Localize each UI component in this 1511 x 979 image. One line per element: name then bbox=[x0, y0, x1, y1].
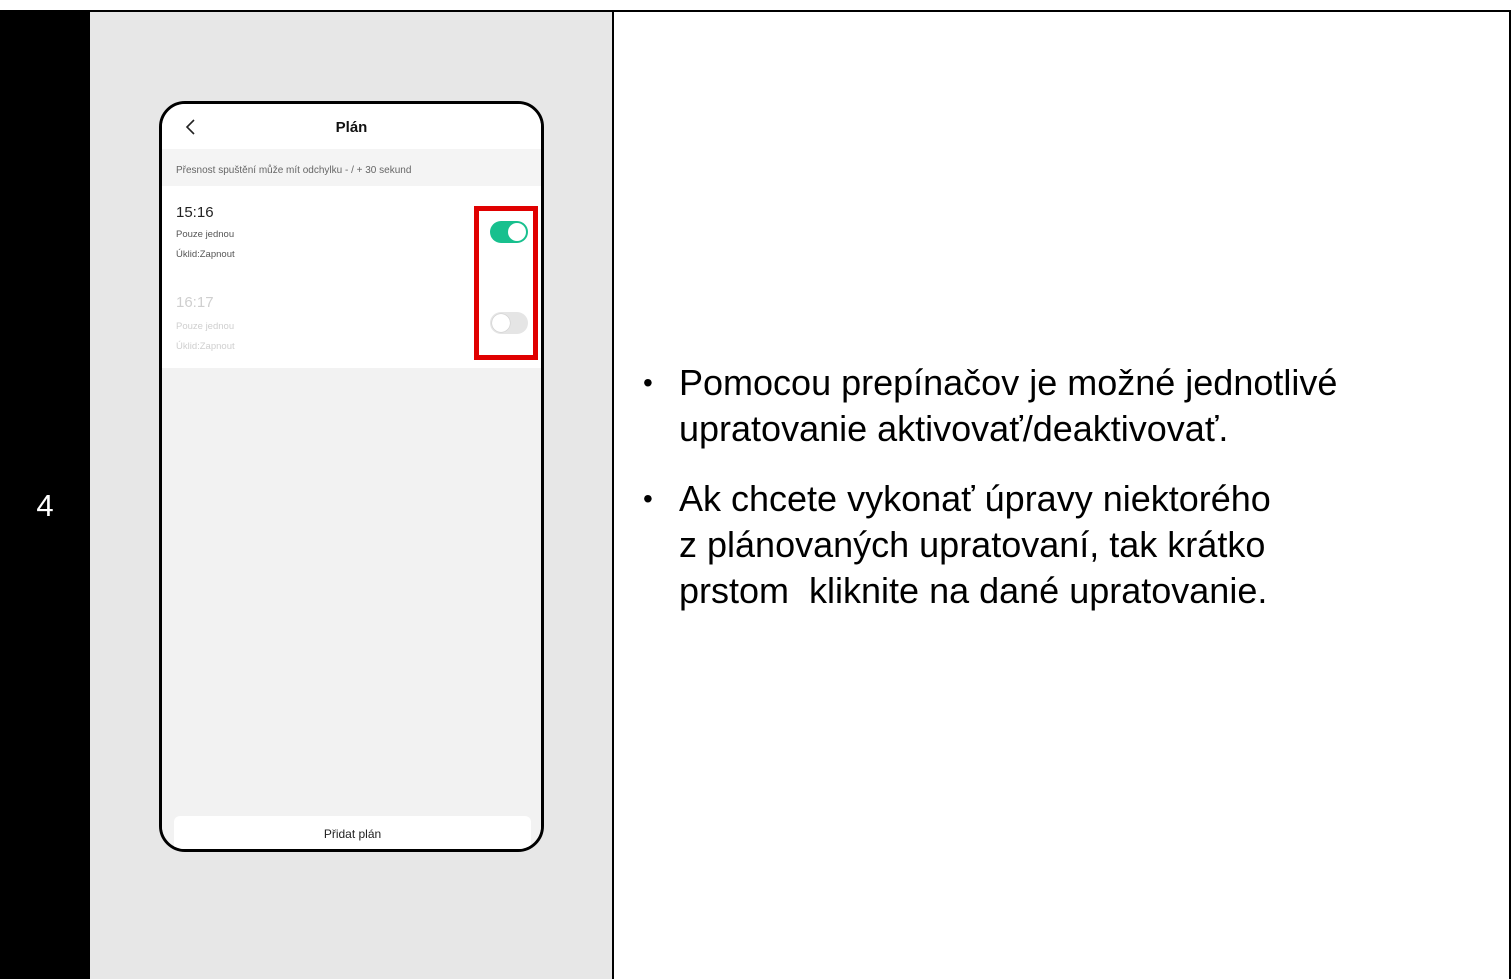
toggle-highlight-box bbox=[474, 206, 538, 360]
step-number: 4 bbox=[36, 488, 54, 523]
instruction-table-row: 4 Plán Přesnost spuštění může mít odchyl… bbox=[0, 0, 1511, 979]
bullet-symbol: • bbox=[643, 483, 653, 514]
instruction-item: • Ak chcete vykonať úpravy niektorého z … bbox=[623, 476, 1503, 614]
instruction-line: Pomocou prepínačov je možné jednotlivé bbox=[679, 362, 1338, 403]
instruction-list: • Pomocou prepínačov je možné jednotlivé… bbox=[623, 360, 1503, 638]
phone-header: Plán bbox=[162, 104, 541, 152]
plan-action: Úklid:Zapnout bbox=[176, 341, 235, 352]
empty-list-area bbox=[162, 368, 541, 849]
step-column: 4 bbox=[0, 10, 90, 979]
add-plan-button[interactable]: Přidat plán bbox=[174, 816, 531, 849]
plan-time: 15:16 bbox=[176, 204, 214, 221]
bullet-symbol: • bbox=[643, 367, 653, 398]
instruction-line: Ak chcete vykonať úpravy niektorého bbox=[679, 478, 1271, 519]
notice-text: Přesnost spuštění může mít odchylku - / … bbox=[176, 165, 412, 176]
plan-repeat: Pouze jednou bbox=[176, 321, 235, 332]
plan-time: 16:17 bbox=[176, 294, 214, 311]
instruction-line: upratovanie aktivovať/deaktivovať. bbox=[679, 408, 1229, 449]
page-title: Plán bbox=[335, 119, 368, 136]
instruction-line: prstom kliknite na dané upratovanie. bbox=[679, 570, 1268, 611]
instruction-item: • Pomocou prepínačov je možné jednotlivé… bbox=[623, 360, 1503, 452]
accuracy-notice: Přesnost spuštění může mít odchylku - / … bbox=[162, 149, 541, 186]
plan-repeat: Pouze jednou bbox=[176, 229, 235, 240]
phone-screenshot: Plán Přesnost spuštění může mít odchylku… bbox=[159, 101, 544, 852]
plan-action: Úklid:Zapnout bbox=[176, 249, 235, 260]
instruction-line: z plánovaných upratovaní, tak krátko bbox=[679, 524, 1266, 565]
